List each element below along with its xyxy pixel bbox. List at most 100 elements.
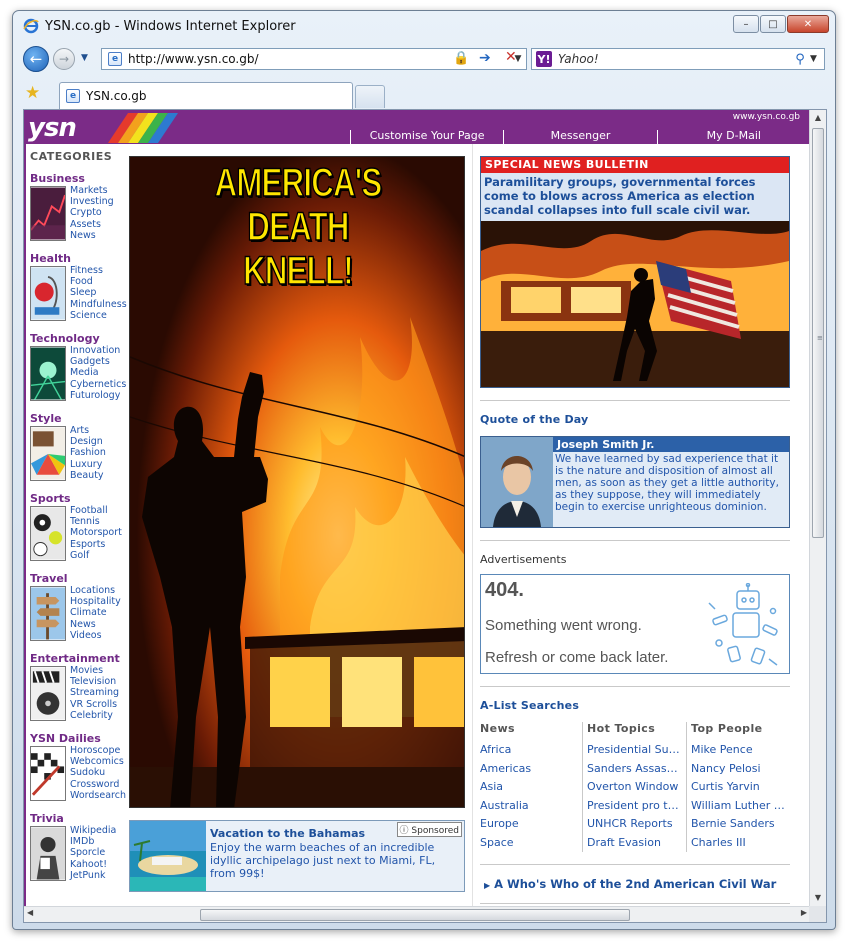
whos-who-link[interactable]: ▶ A Who's Who of the 2nd American Civil W… [484, 877, 790, 891]
search-link[interactable]: Draft Evasion [587, 834, 682, 853]
category-link[interactable]: IMDb [70, 836, 116, 847]
search-link[interactable]: Nancy Pelosi [691, 760, 786, 779]
dmail-link[interactable]: My D-Mail [656, 130, 810, 144]
messenger-link[interactable]: Messenger [503, 130, 656, 144]
category-link[interactable]: Webcomics [70, 756, 126, 767]
category-link[interactable]: Mindfulness [70, 299, 127, 310]
minimize-button[interactable]: – [733, 15, 759, 33]
horizontal-scrollbar[interactable]: ◀ ▶ [24, 906, 810, 922]
category-name[interactable]: Health [30, 253, 134, 265]
search-link[interactable]: William Luther Pi... [691, 797, 786, 816]
category-link[interactable]: Sporcle [70, 847, 116, 858]
category-link[interactable]: Gadgets [70, 356, 126, 367]
go-arrow-icon[interactable]: ➔ [479, 50, 491, 66]
customise-link[interactable]: Customise Your Page [350, 130, 503, 144]
bulletin-text[interactable]: Paramilitary groups, governmental forces… [481, 173, 789, 221]
scroll-up-icon[interactable]: ▲ [810, 110, 826, 126]
category-link[interactable]: Celebrity [70, 710, 119, 721]
category-link[interactable]: Beauty [70, 470, 106, 481]
scroll-down-icon[interactable]: ▼ [810, 890, 826, 906]
search-link[interactable]: Mike Pence [691, 741, 786, 760]
category-link[interactable]: Sudoku [70, 767, 126, 778]
search-box[interactable]: Y! Yahoo! ⚲ ▼ [531, 48, 825, 70]
category-link[interactable]: Sleep [70, 287, 127, 298]
quote-author[interactable]: Joseph Smith Jr. [553, 437, 789, 452]
search-link[interactable]: Sanders Assassin [587, 760, 682, 779]
category-link[interactable]: Esports [70, 539, 122, 550]
technology-thumbnail[interactable] [30, 346, 66, 401]
search-link[interactable]: Bernie Sanders [691, 815, 786, 834]
category-link[interactable]: Assets [70, 219, 114, 230]
category-link[interactable]: Videos [70, 630, 121, 641]
promo-title[interactable]: Vacation to the Bahamas [210, 827, 365, 840]
category-link[interactable]: Fitness [70, 265, 127, 276]
category-link[interactable]: Wikipedia [70, 825, 116, 836]
category-name[interactable]: Entertainment [30, 653, 134, 665]
category-link[interactable]: Tennis [70, 516, 122, 527]
category-link[interactable]: JetPunk [70, 870, 116, 881]
category-link[interactable]: Markets [70, 185, 114, 196]
search-input[interactable]: Yahoo! [558, 52, 790, 66]
hero-story[interactable]: AMERICA'S DEATH KNELL! [129, 156, 465, 808]
category-link[interactable]: Climate [70, 607, 121, 618]
category-name[interactable]: YSN Dailies [30, 733, 134, 745]
health-thumbnail[interactable] [30, 266, 66, 321]
category-link[interactable]: Streaming [70, 687, 119, 698]
category-link[interactable]: Investing [70, 196, 114, 207]
category-link[interactable]: Football [70, 505, 122, 516]
category-link[interactable]: VR Scrolls [70, 699, 119, 710]
category-link[interactable]: Golf [70, 550, 122, 561]
search-link[interactable]: Australia [480, 797, 578, 816]
trivia-thumbnail[interactable] [30, 826, 66, 881]
search-link[interactable]: Charles III [691, 834, 786, 853]
favorites-star-icon[interactable]: ★ [25, 83, 40, 103]
travel-thumbnail[interactable] [30, 586, 66, 641]
category-name[interactable]: Business [30, 173, 134, 185]
search-icon[interactable]: ⚲ [790, 52, 810, 67]
advertisement-box[interactable]: 404. Something went wrong. Refresh or co… [480, 574, 790, 674]
category-name[interactable]: Trivia [30, 813, 134, 825]
sponsored-badge[interactable]: ⓘ Sponsored [396, 822, 462, 837]
category-link[interactable]: Food [70, 276, 127, 287]
search-link[interactable]: Presidential Suc... [587, 741, 682, 760]
search-link[interactable]: Europe [480, 815, 578, 834]
quote-of-the-day[interactable]: Joseph Smith Jr. We have learned by sad … [480, 436, 790, 528]
hero-headline[interactable]: AMERICA'S DEATH KNELL! [167, 160, 429, 294]
category-link[interactable]: Crypto [70, 207, 114, 218]
search-link[interactable]: Africa [480, 741, 578, 760]
category-link[interactable]: Luxury [70, 459, 106, 470]
recent-pages-dropdown[interactable]: ▼ [81, 53, 88, 63]
search-link[interactable]: Space [480, 834, 578, 853]
scroll-right-icon[interactable]: ▶ [801, 908, 807, 917]
style-thumbnail[interactable] [30, 426, 66, 481]
category-link[interactable]: Wordsearch [70, 790, 126, 801]
category-link[interactable]: Science [70, 310, 127, 321]
category-link[interactable]: Media [70, 367, 126, 378]
new-tab-button[interactable] [355, 85, 385, 108]
category-link[interactable]: Hospitality [70, 596, 121, 607]
category-name[interactable]: Style [30, 413, 134, 425]
sports-thumbnail[interactable] [30, 506, 66, 561]
category-link[interactable]: Design [70, 436, 106, 447]
news-bulletin[interactable]: SPECIAL NEWS BULLETIN Paramilitary group… [480, 156, 790, 388]
category-name[interactable]: Sports [30, 493, 134, 505]
category-link[interactable]: Motorsport [70, 527, 122, 538]
close-button[interactable]: ✕ [787, 15, 829, 33]
category-link[interactable]: Futurology [70, 390, 126, 401]
maximize-button[interactable]: □ [760, 15, 786, 33]
category-link[interactable]: Horoscope [70, 745, 126, 756]
category-link[interactable]: News [70, 619, 121, 630]
category-link[interactable]: Television [70, 676, 119, 687]
lock-icon[interactable]: 🔒 [453, 51, 469, 66]
category-name[interactable]: Travel [30, 573, 134, 585]
category-link[interactable]: News [70, 230, 114, 241]
category-name[interactable]: Technology [30, 333, 134, 345]
back-button[interactable]: ← [23, 46, 49, 72]
search-link[interactable]: Americas [480, 760, 578, 779]
search-link[interactable]: UNHCR Reports [587, 815, 682, 834]
tab-ysn[interactable]: e YSN.co.gb [59, 82, 353, 109]
category-link[interactable]: Locations [70, 585, 121, 596]
sponsored-promo[interactable]: Vacation to the Bahamas ⓘ Sponsored Enjo… [129, 820, 465, 892]
business-thumbnail[interactable] [30, 186, 66, 241]
scroll-left-icon[interactable]: ◀ [27, 908, 33, 917]
